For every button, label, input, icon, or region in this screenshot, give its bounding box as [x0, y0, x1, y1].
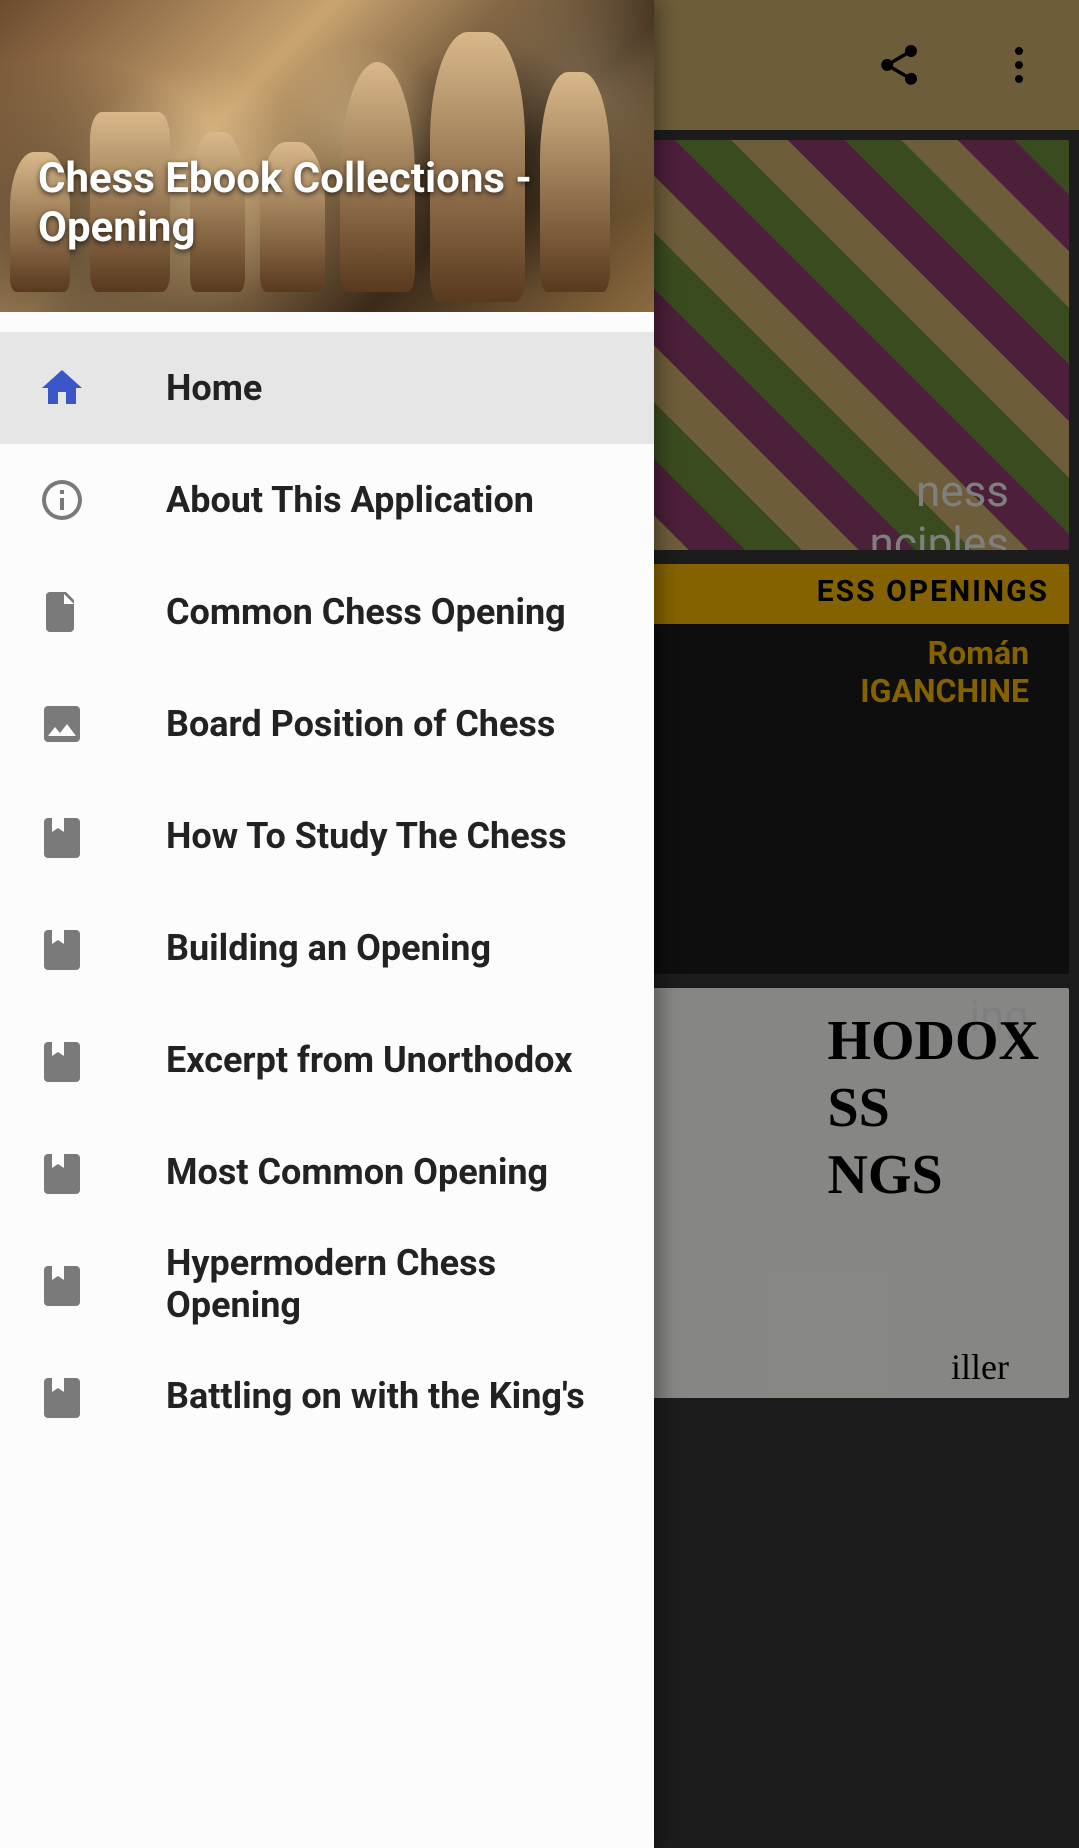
nav-item-label: Building an Opening: [166, 927, 491, 969]
nav-item-label: Most Common Opening: [166, 1151, 548, 1193]
nav-item-bookmark-8[interactable]: Hypermodern Chess Opening: [0, 1228, 654, 1340]
bookmark-icon: [38, 812, 86, 860]
nav-item-label: Battling on with the King's: [166, 1375, 585, 1417]
bookmark-icon: [38, 1036, 86, 1084]
bookmark-icon: [38, 1148, 86, 1196]
nav-item-bookmark-7[interactable]: Most Common Opening: [0, 1116, 654, 1228]
nav-item-label: Hypermodern Chess Opening: [166, 1242, 616, 1326]
nav-item-label: About This Application: [166, 479, 534, 521]
info-icon: [38, 476, 86, 524]
image-icon: [38, 700, 86, 748]
nav-item-bookmark-4[interactable]: How To Study The Chess: [0, 780, 654, 892]
bookmark-icon: [38, 924, 86, 972]
drawer-header: Chess Ebook Collections - Opening: [0, 0, 654, 312]
bookmark-icon: [38, 1260, 86, 1308]
nav-item-bookmark-5[interactable]: Building an Opening: [0, 892, 654, 1004]
bookmark-icon: [38, 1372, 86, 1420]
doc-icon: [38, 588, 86, 636]
nav-item-doc-2[interactable]: Common Chess Opening: [0, 556, 654, 668]
navigation-drawer: Chess Ebook Collections - Opening Home Ab…: [0, 0, 654, 1848]
nav-item-home-0[interactable]: Home: [0, 332, 654, 444]
nav-item-image-3[interactable]: Board Position of Chess: [0, 668, 654, 780]
nav-item-info-1[interactable]: About This Application: [0, 444, 654, 556]
nav-item-bookmark-6[interactable]: Excerpt from Unorthodox: [0, 1004, 654, 1116]
nav-item-label: Home: [166, 367, 262, 409]
nav-item-label: Common Chess Opening: [166, 591, 566, 633]
nav-item-label: Excerpt from Unorthodox: [166, 1039, 572, 1081]
home-icon: [38, 364, 86, 412]
drawer-title: Chess Ebook Collections - Opening: [38, 154, 654, 252]
nav-item-bookmark-9[interactable]: Battling on with the King's: [0, 1340, 654, 1452]
nav-item-label: Board Position of Chess: [166, 703, 555, 745]
nav-item-label: How To Study The Chess: [166, 815, 567, 857]
nav-list: Home About This Application Common Chess O…: [0, 312, 654, 1848]
